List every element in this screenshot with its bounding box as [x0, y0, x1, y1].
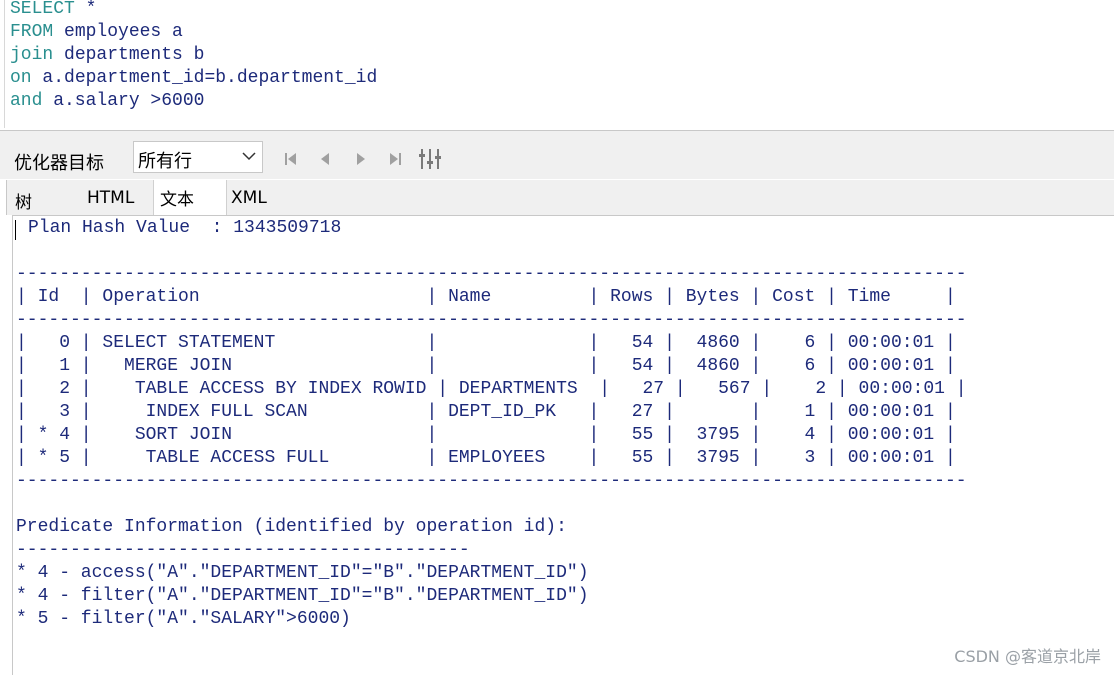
sql-keyword: SELECT — [10, 0, 75, 19]
plan-separator: ----------------------------------------… — [16, 310, 967, 330]
tab-label: 树 — [15, 193, 32, 213]
plan-hash-line: Plan Hash Value : 1343509718 — [28, 218, 342, 238]
predicate-line: * 5 - filter("A"."SALARY">6000) — [16, 609, 351, 629]
tab-xml[interactable]: XML — [227, 180, 297, 214]
optimizer-goal-value: 所有行 — [138, 151, 192, 172]
optimizer-goal-label: 优化器目标 — [14, 153, 104, 174]
predicate-line: * 4 - access("A"."DEPARTMENT_ID"="B"."DE… — [16, 563, 589, 583]
sql-keyword: join — [10, 45, 54, 65]
plan-row: | 2 | TABLE ACCESS BY INDEX ROWID | DEPA… — [16, 379, 967, 399]
watermark: CSDN @客道京北岸 — [954, 647, 1101, 666]
plan-row: | * 4 | SORT JOIN | | 55 | 3795 | 4 | 00… — [16, 425, 956, 445]
editor-gutter — [4, 0, 5, 128]
sql-text: * — [74, 0, 97, 19]
sql-line-5: and a.salary >6000 — [10, 90, 204, 113]
sql-text: departments b — [53, 45, 205, 65]
plan-header: | Id | Operation | Name | Rows | Bytes |… — [16, 287, 956, 307]
columns-settings-icon[interactable] — [419, 147, 441, 171]
sql-line-2: FROM employees a — [10, 21, 183, 44]
output-tabs: 树 HTML 文本 XML — [6, 180, 1114, 215]
tab-html[interactable]: HTML — [77, 180, 153, 214]
plan-text-output[interactable]: Plan Hash Value : 1343509718 -----------… — [12, 215, 1114, 675]
predicate-title: Predicate Information (identified by ope… — [16, 517, 567, 537]
tab-text[interactable]: 文本 — [153, 180, 227, 215]
plan-row: | 1 | MERGE JOIN | | 54 | 4860 | 6 | 00:… — [16, 356, 956, 376]
sql-text: a.salary >6000 — [42, 91, 205, 111]
plan-text-block: Plan Hash Value : 1343509718 -----------… — [16, 217, 967, 631]
tab-label: HTML — [87, 188, 135, 208]
last-page-icon[interactable] — [386, 150, 404, 168]
tab-label: 文本 — [160, 190, 194, 210]
plan-row: | 3 | INDEX FULL SCAN | DEPT_ID_PK | 27 … — [16, 402, 956, 422]
plan-row: | 0 | SELECT STATEMENT | | 54 | 4860 | 6… — [16, 333, 956, 353]
predicate-line: * 4 - filter("A"."DEPARTMENT_ID"="B"."DE… — [16, 586, 589, 606]
chevron-down-icon — [242, 152, 256, 161]
sql-line-3: join departments b — [10, 44, 204, 67]
next-page-icon[interactable] — [351, 150, 369, 168]
optimizer-goal-select[interactable]: 所有行 — [133, 141, 263, 173]
plan-row: | * 5 | TABLE ACCESS FULL | EMPLOYEES | … — [16, 448, 956, 468]
predicate-separator: ----------------------------------------… — [16, 540, 470, 560]
tab-tree[interactable]: 树 — [7, 180, 77, 214]
sql-line-1: SELECT * — [10, 0, 96, 21]
sql-text: employees a — [53, 22, 183, 42]
tab-label: XML — [231, 188, 267, 208]
first-page-icon[interactable] — [282, 150, 300, 168]
sql-keyword: FROM — [10, 22, 54, 42]
sql-editor[interactable]: SELECT * FROM employees a join departmen… — [0, 0, 1114, 131]
plan-separator: ----------------------------------------… — [16, 264, 967, 284]
plan-toolbar: 优化器目标 所有行 — [0, 131, 1114, 179]
sql-line-4: on a.department_id=b.department_id — [10, 67, 377, 90]
plan-separator: ----------------------------------------… — [16, 471, 967, 491]
sql-text: a.department_id=b.department_id — [31, 68, 378, 88]
sql-keyword: and — [10, 91, 43, 111]
previous-page-icon[interactable] — [317, 150, 335, 168]
sql-keyword: on — [10, 68, 32, 88]
